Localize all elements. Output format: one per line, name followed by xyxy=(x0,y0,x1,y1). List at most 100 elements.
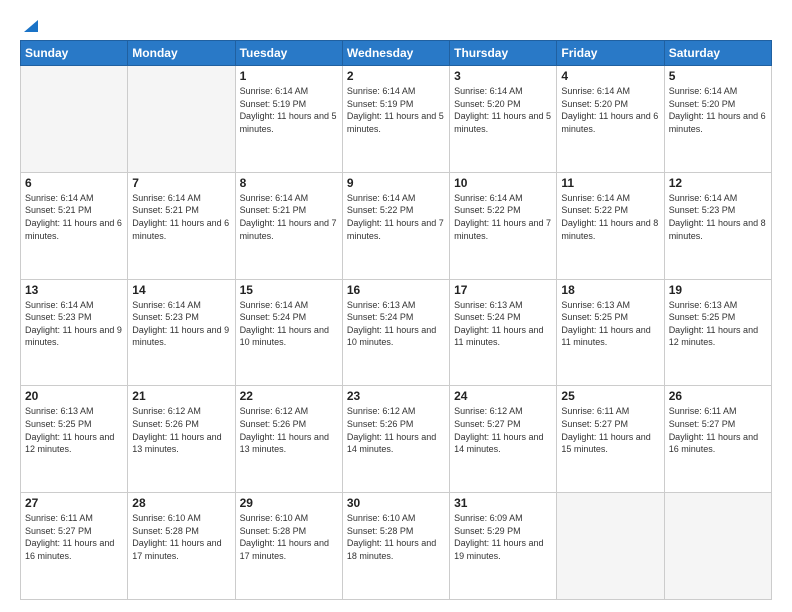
day-info: Sunrise: 6:14 AM Sunset: 5:23 PM Dayligh… xyxy=(132,299,230,349)
day-info: Sunrise: 6:14 AM Sunset: 5:20 PM Dayligh… xyxy=(669,85,767,135)
calendar-cell: 18 Sunrise: 6:13 AM Sunset: 5:25 PM Dayli… xyxy=(557,279,664,386)
day-number: 12 xyxy=(669,176,767,190)
day-info: Sunrise: 6:10 AM Sunset: 5:28 PM Dayligh… xyxy=(347,512,445,562)
logo-triangle-icon xyxy=(22,16,40,34)
calendar-cell: 4 Sunrise: 6:14 AM Sunset: 5:20 PM Daylig… xyxy=(557,66,664,173)
day-number: 18 xyxy=(561,283,659,297)
calendar-cell: 7 Sunrise: 6:14 AM Sunset: 5:21 PM Daylig… xyxy=(128,172,235,279)
day-number: 13 xyxy=(25,283,123,297)
day-info: Sunrise: 6:11 AM Sunset: 5:27 PM Dayligh… xyxy=(25,512,123,562)
calendar-cell: 8 Sunrise: 6:14 AM Sunset: 5:21 PM Daylig… xyxy=(235,172,342,279)
day-info: Sunrise: 6:14 AM Sunset: 5:20 PM Dayligh… xyxy=(561,85,659,135)
calendar-cell: 25 Sunrise: 6:11 AM Sunset: 5:27 PM Dayli… xyxy=(557,386,664,493)
weekday-header: Monday xyxy=(128,41,235,66)
day-info: Sunrise: 6:13 AM Sunset: 5:25 PM Dayligh… xyxy=(669,299,767,349)
weekday-header: Friday xyxy=(557,41,664,66)
day-info: Sunrise: 6:14 AM Sunset: 5:22 PM Dayligh… xyxy=(561,192,659,242)
day-info: Sunrise: 6:13 AM Sunset: 5:25 PM Dayligh… xyxy=(25,405,123,455)
day-number: 25 xyxy=(561,389,659,403)
calendar-cell: 31Sunrise: 6:09 AM Sunset: 5:29 PM Dayli… xyxy=(450,493,557,600)
day-info: Sunrise: 6:13 AM Sunset: 5:24 PM Dayligh… xyxy=(347,299,445,349)
calendar-cell: 11 Sunrise: 6:14 AM Sunset: 5:22 PM Dayli… xyxy=(557,172,664,279)
calendar-cell: 15 Sunrise: 6:14 AM Sunset: 5:24 PM Dayli… xyxy=(235,279,342,386)
day-info: Sunrise: 6:10 AM Sunset: 5:28 PM Dayligh… xyxy=(240,512,338,562)
day-number: 20 xyxy=(25,389,123,403)
weekday-header: Thursday xyxy=(450,41,557,66)
calendar-cell: 12 Sunrise: 6:14 AM Sunset: 5:23 PM Dayli… xyxy=(664,172,771,279)
calendar-cell: 24Sunrise: 6:12 AM Sunset: 5:27 PM Dayli… xyxy=(450,386,557,493)
calendar-cell: 9 Sunrise: 6:14 AM Sunset: 5:22 PM Daylig… xyxy=(342,172,449,279)
day-info: Sunrise: 6:14 AM Sunset: 5:23 PM Dayligh… xyxy=(25,299,123,349)
day-number: 3 xyxy=(454,69,552,83)
day-info: Sunrise: 6:13 AM Sunset: 5:25 PM Dayligh… xyxy=(561,299,659,349)
day-number: 28 xyxy=(132,496,230,510)
weekday-header: Sunday xyxy=(21,41,128,66)
day-number: 8 xyxy=(240,176,338,190)
day-info: Sunrise: 6:13 AM Sunset: 5:24 PM Dayligh… xyxy=(454,299,552,349)
logo xyxy=(20,18,40,30)
day-info: Sunrise: 6:14 AM Sunset: 5:20 PM Dayligh… xyxy=(454,85,552,135)
calendar-cell: 5 Sunrise: 6:14 AM Sunset: 5:20 PM Daylig… xyxy=(664,66,771,173)
calendar-cell xyxy=(128,66,235,173)
day-info: Sunrise: 6:14 AM Sunset: 5:21 PM Dayligh… xyxy=(240,192,338,242)
day-number: 11 xyxy=(561,176,659,190)
weekday-header: Tuesday xyxy=(235,41,342,66)
day-number: 15 xyxy=(240,283,338,297)
calendar-cell: 28 Sunrise: 6:10 AM Sunset: 5:28 PM Dayli… xyxy=(128,493,235,600)
day-info: Sunrise: 6:12 AM Sunset: 5:26 PM Dayligh… xyxy=(347,405,445,455)
calendar-cell: 10 Sunrise: 6:14 AM Sunset: 5:22 PM Dayli… xyxy=(450,172,557,279)
day-info: Sunrise: 6:11 AM Sunset: 5:27 PM Dayligh… xyxy=(669,405,767,455)
header xyxy=(20,18,772,30)
day-number: 19 xyxy=(669,283,767,297)
day-number: 6 xyxy=(25,176,123,190)
calendar-cell: 21Sunrise: 6:12 AM Sunset: 5:26 PM Dayli… xyxy=(128,386,235,493)
day-info: Sunrise: 6:14 AM Sunset: 5:19 PM Dayligh… xyxy=(240,85,338,135)
day-info: Sunrise: 6:14 AM Sunset: 5:22 PM Dayligh… xyxy=(347,192,445,242)
day-number: 7 xyxy=(132,176,230,190)
day-number: 5 xyxy=(669,69,767,83)
day-number: 27 xyxy=(25,496,123,510)
weekday-header: Saturday xyxy=(664,41,771,66)
day-info: Sunrise: 6:14 AM Sunset: 5:22 PM Dayligh… xyxy=(454,192,552,242)
day-number: 16 xyxy=(347,283,445,297)
day-info: Sunrise: 6:10 AM Sunset: 5:28 PM Dayligh… xyxy=(132,512,230,562)
calendar-table: SundayMondayTuesdayWednesdayThursdayFrid… xyxy=(20,40,772,600)
day-number: 9 xyxy=(347,176,445,190)
calendar-cell: 14 Sunrise: 6:14 AM Sunset: 5:23 PM Dayli… xyxy=(128,279,235,386)
calendar-cell: 26 Sunrise: 6:11 AM Sunset: 5:27 PM Dayli… xyxy=(664,386,771,493)
day-info: Sunrise: 6:12 AM Sunset: 5:26 PM Dayligh… xyxy=(240,405,338,455)
calendar-cell: 20 Sunrise: 6:13 AM Sunset: 5:25 PM Dayli… xyxy=(21,386,128,493)
calendar-cell: 19 Sunrise: 6:13 AM Sunset: 5:25 PM Dayli… xyxy=(664,279,771,386)
day-number: 30 xyxy=(347,496,445,510)
calendar-cell xyxy=(557,493,664,600)
weekday-header: Wednesday xyxy=(342,41,449,66)
day-info: Sunrise: 6:14 AM Sunset: 5:21 PM Dayligh… xyxy=(25,192,123,242)
day-info: Sunrise: 6:14 AM Sunset: 5:19 PM Dayligh… xyxy=(347,85,445,135)
page: SundayMondayTuesdayWednesdayThursdayFrid… xyxy=(0,0,792,612)
day-number: 21 xyxy=(132,389,230,403)
day-number: 4 xyxy=(561,69,659,83)
day-number: 23 xyxy=(347,389,445,403)
day-info: Sunrise: 6:14 AM Sunset: 5:21 PM Dayligh… xyxy=(132,192,230,242)
day-info: Sunrise: 6:14 AM Sunset: 5:24 PM Dayligh… xyxy=(240,299,338,349)
calendar-cell: 2 Sunrise: 6:14 AM Sunset: 5:19 PM Daylig… xyxy=(342,66,449,173)
calendar-cell: 30 Sunrise: 6:10 AM Sunset: 5:28 PM Dayli… xyxy=(342,493,449,600)
day-number: 31 xyxy=(454,496,552,510)
day-number: 14 xyxy=(132,283,230,297)
calendar-cell: 17 Sunrise: 6:13 AM Sunset: 5:24 PM Dayli… xyxy=(450,279,557,386)
calendar-cell: 1Sunrise: 6:14 AM Sunset: 5:19 PM Daylig… xyxy=(235,66,342,173)
calendar-cell: 3 Sunrise: 6:14 AM Sunset: 5:20 PM Daylig… xyxy=(450,66,557,173)
calendar-cell xyxy=(664,493,771,600)
day-info: Sunrise: 6:12 AM Sunset: 5:27 PM Dayligh… xyxy=(454,405,552,455)
calendar-cell: 6 Sunrise: 6:14 AM Sunset: 5:21 PM Daylig… xyxy=(21,172,128,279)
calendar-cell: 13 Sunrise: 6:14 AM Sunset: 5:23 PM Dayli… xyxy=(21,279,128,386)
day-info: Sunrise: 6:14 AM Sunset: 5:23 PM Dayligh… xyxy=(669,192,767,242)
day-number: 2 xyxy=(347,69,445,83)
day-number: 17 xyxy=(454,283,552,297)
day-number: 26 xyxy=(669,389,767,403)
calendar-cell: 22 Sunrise: 6:12 AM Sunset: 5:26 PM Dayli… xyxy=(235,386,342,493)
calendar-cell: 29Sunrise: 6:10 AM Sunset: 5:28 PM Dayli… xyxy=(235,493,342,600)
day-number: 22 xyxy=(240,389,338,403)
day-info: Sunrise: 6:11 AM Sunset: 5:27 PM Dayligh… xyxy=(561,405,659,455)
day-number: 10 xyxy=(454,176,552,190)
